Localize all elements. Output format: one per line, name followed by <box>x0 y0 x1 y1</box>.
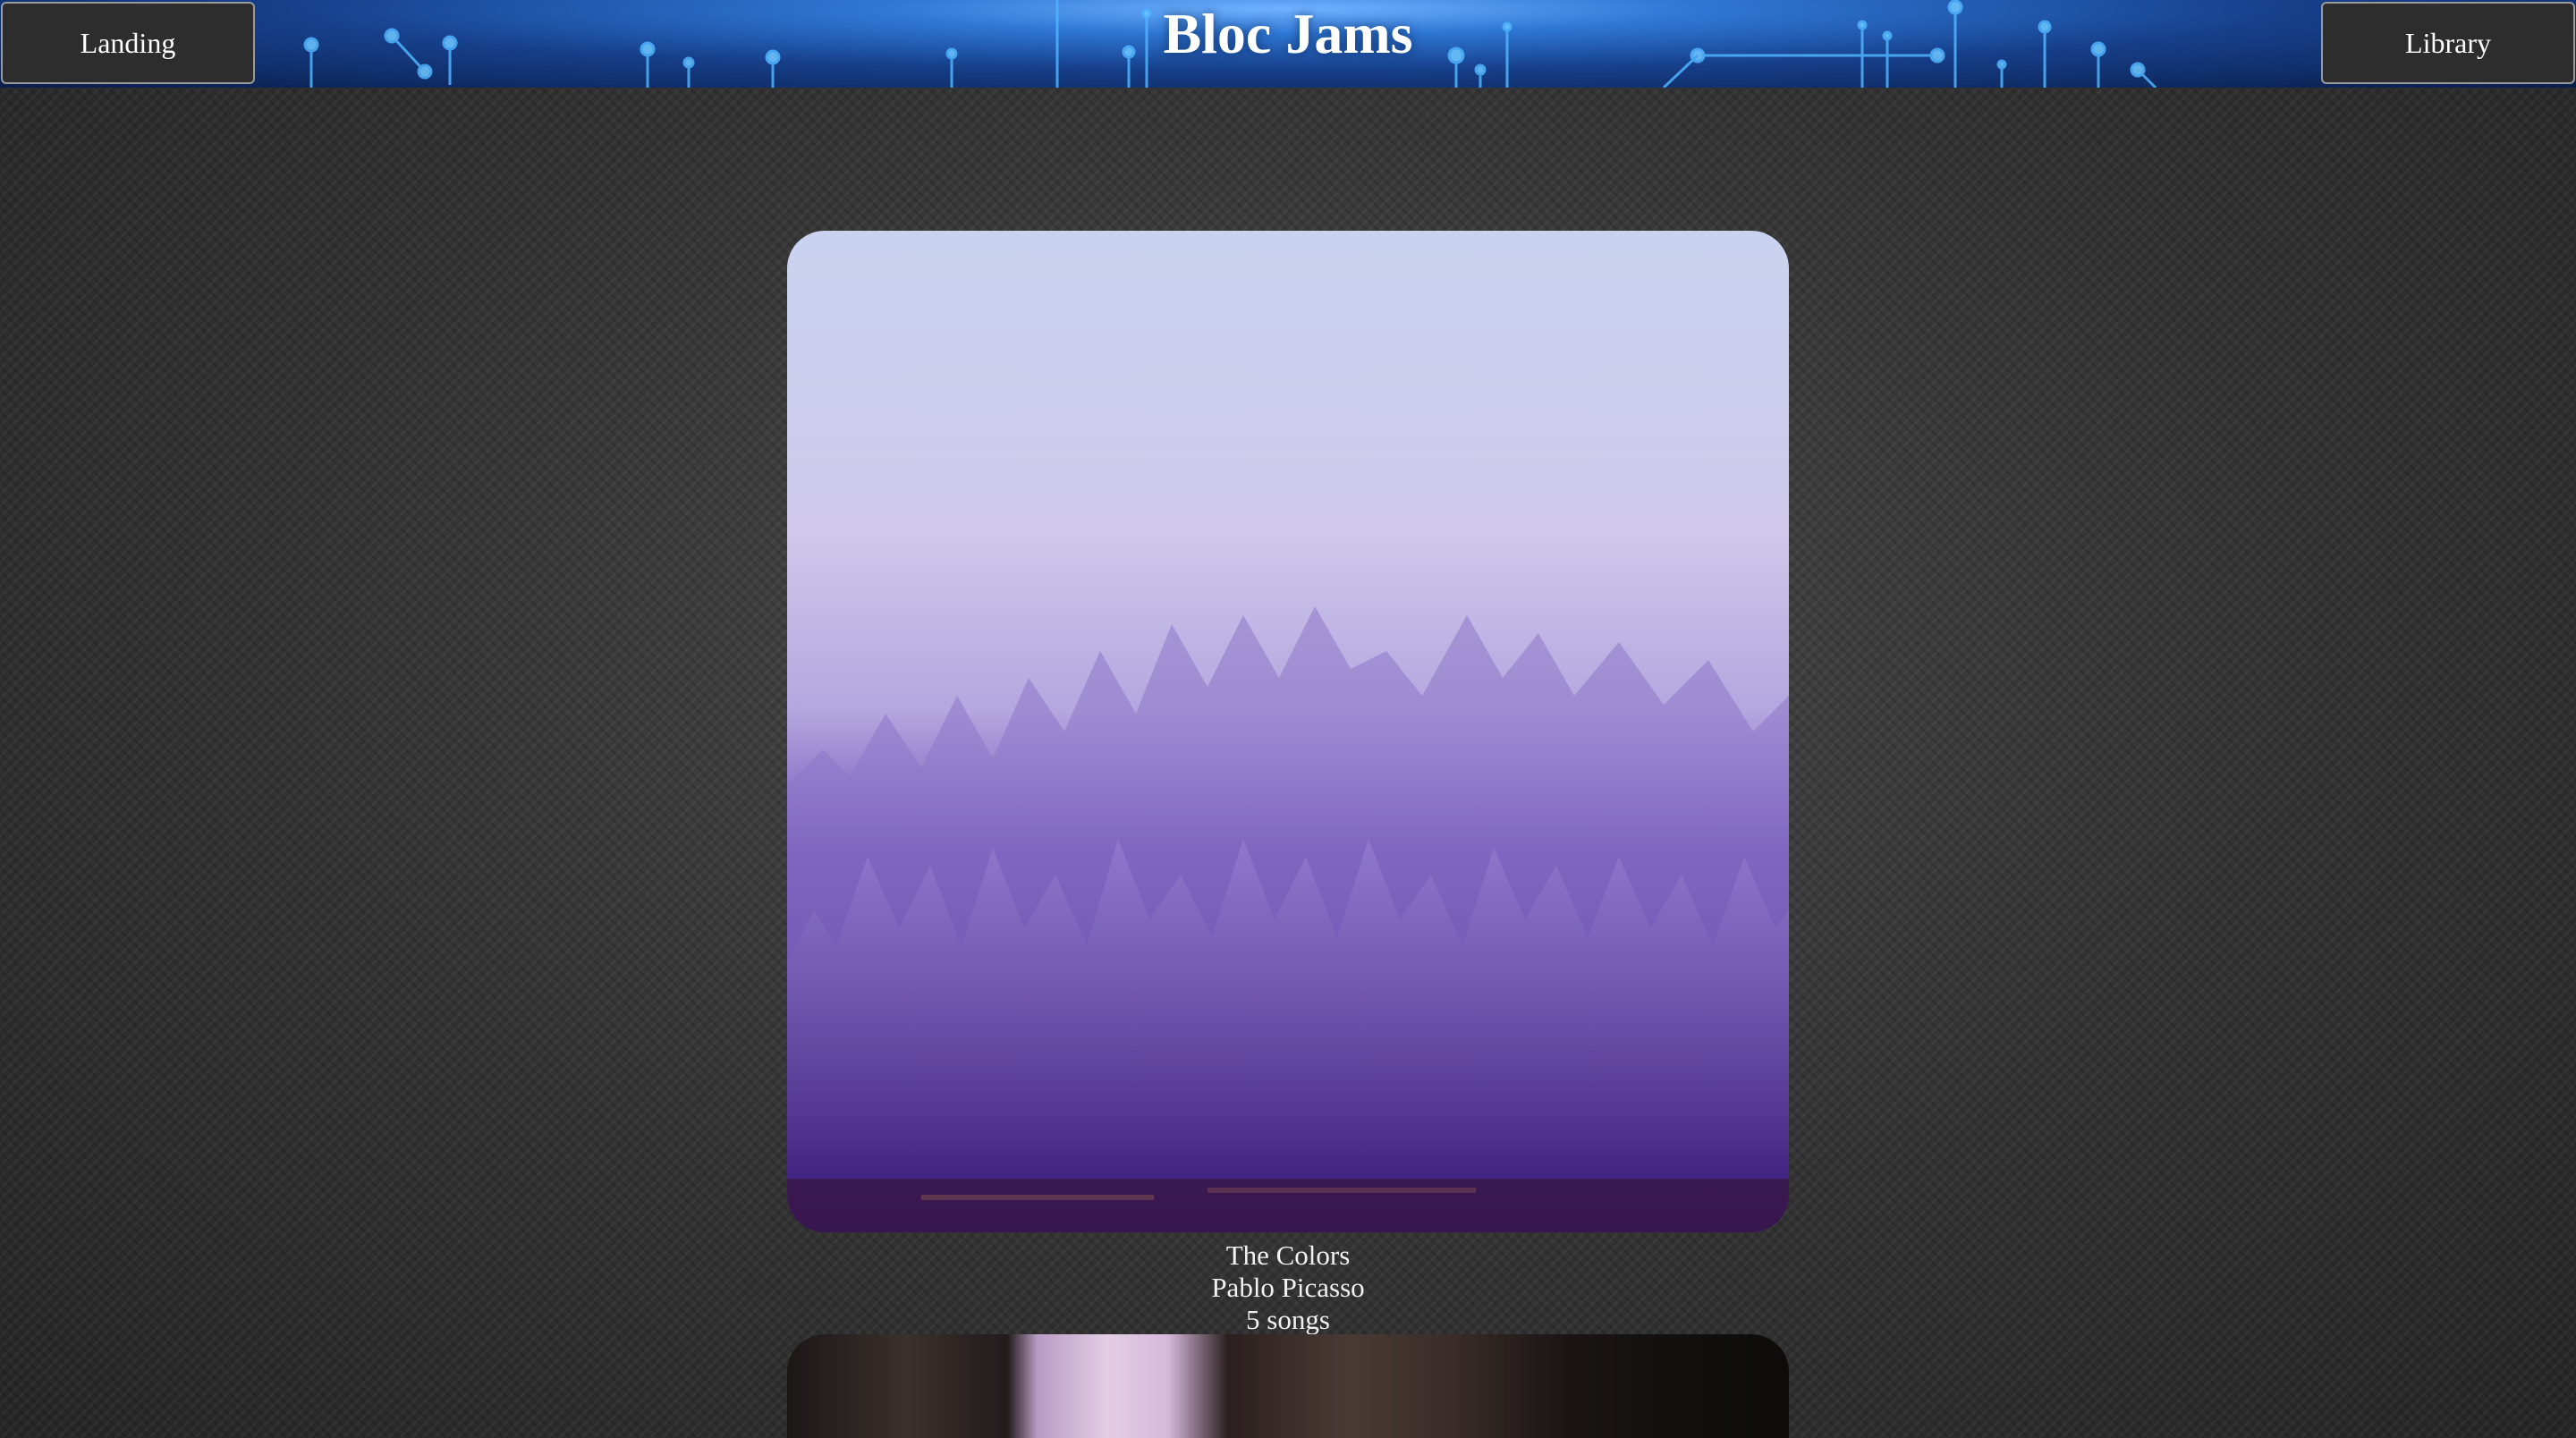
album-cover[interactable] <box>787 1334 1789 1438</box>
album-card[interactable] <box>787 1334 1789 1438</box>
forest-silhouette <box>787 606 1789 1232</box>
album-info: The Colors Pablo Picasso 5 songs <box>787 1239 1789 1336</box>
brand-title[interactable]: Bloc Jams <box>1163 0 1412 68</box>
album-song-count: 5 songs <box>1246 1304 1330 1335</box>
album-title[interactable]: The Colors <box>787 1239 1789 1272</box>
library-button[interactable]: Library <box>2321 2 2575 84</box>
album-card[interactable]: The Colors Pablo Picasso 5 songs <box>787 231 1789 1336</box>
album-cover[interactable] <box>787 231 1789 1232</box>
album-artist: Pablo Picasso <box>1211 1272 1365 1303</box>
landing-button[interactable]: Landing <box>1 2 255 84</box>
top-navbar: Bloc Jams <box>0 0 2576 88</box>
